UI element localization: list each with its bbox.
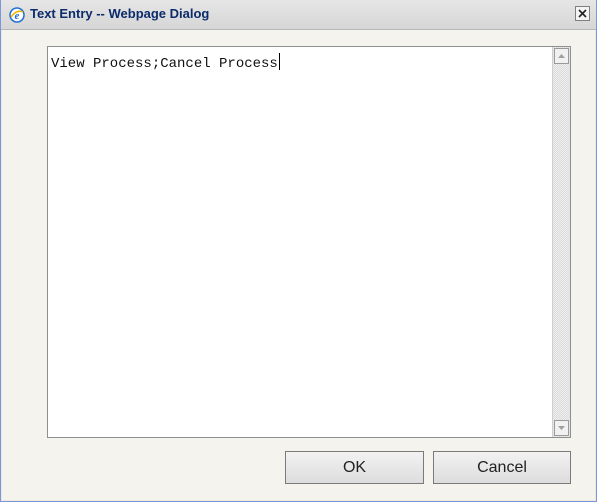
ie-icon: e [9, 7, 25, 23]
text-entry-textarea[interactable]: View Process;Cancel Process [47, 46, 571, 438]
title-bar[interactable]: e Text Entry -- Webpage Dialog [1, 0, 596, 30]
textarea-value: View Process;Cancel Process [51, 56, 278, 72]
scroll-down-icon [558, 426, 565, 430]
ok-button[interactable]: OK [285, 451, 424, 484]
text-caret [278, 53, 280, 70]
cancel-button[interactable]: Cancel [433, 451, 571, 484]
close-button[interactable] [575, 6, 590, 21]
dialog-body: View Process;Cancel Process OK Cancel [2, 30, 595, 500]
textarea-content: View Process;Cancel Process [51, 53, 280, 72]
close-icon [578, 9, 587, 18]
text-entry-dialog: e Text Entry -- Webpage Dialog View Proc… [0, 0, 597, 502]
vertical-scrollbar[interactable] [552, 47, 570, 437]
scroll-up-icon [558, 54, 565, 58]
window-title: Text Entry -- Webpage Dialog [30, 6, 210, 21]
scroll-down-button[interactable] [554, 420, 569, 436]
scroll-up-button[interactable] [554, 48, 569, 64]
